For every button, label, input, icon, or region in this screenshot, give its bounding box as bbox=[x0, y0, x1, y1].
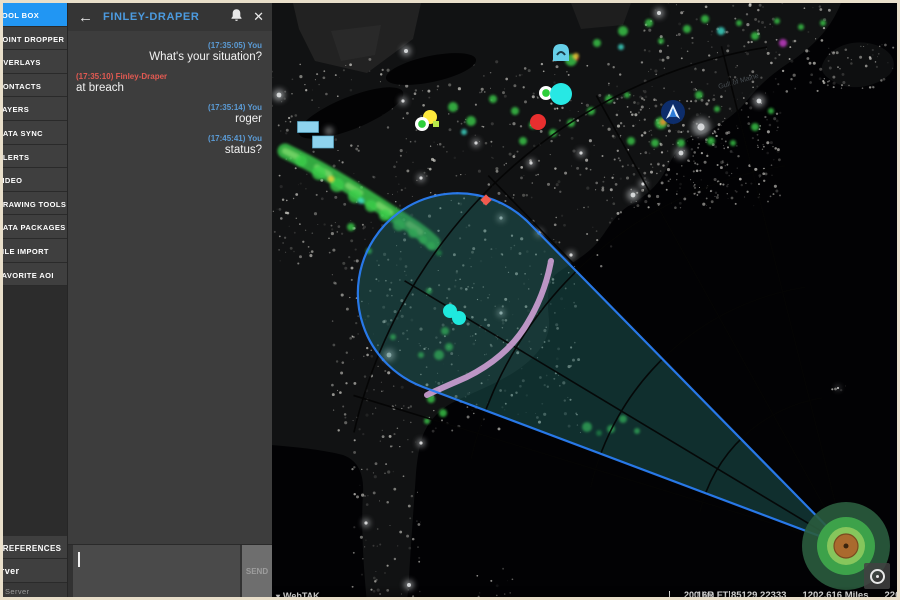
sidebar-item-overlays[interactable]: OVERLAYS bbox=[3, 50, 67, 74]
chat-contact-title: FINLEY-DRAPER bbox=[103, 11, 230, 23]
unit-marker-green2[interactable] bbox=[415, 117, 429, 131]
map-canvas[interactable]: Gulf of Maine ▾WebTAK 200 km 16R FT 8512… bbox=[271, 3, 900, 600]
sidebar-item-label: LAYERS bbox=[3, 99, 29, 121]
text-caret bbox=[78, 552, 80, 567]
message-text: at breach bbox=[76, 82, 262, 94]
map-graphics: Gulf of Maine bbox=[271, 3, 900, 600]
sidebar-item-label: DATA PACKAGES bbox=[3, 217, 66, 239]
sidebar-item-label: FAVORITE AOI bbox=[3, 265, 54, 287]
sidebar-item-label: CONTACTS bbox=[3, 76, 41, 98]
bell-icon[interactable] bbox=[230, 8, 243, 27]
unit-marker-cyan[interactable] bbox=[550, 83, 572, 105]
friendly-unit-rect[interactable] bbox=[298, 122, 319, 133]
sidebar-item-tool-box[interactable]: TOOL BOX bbox=[3, 3, 67, 27]
crosshair-icon bbox=[870, 569, 885, 584]
sidebar-item-point-dropper[interactable]: POINT DROPPER bbox=[3, 27, 67, 51]
message-text: What's your situation? bbox=[76, 51, 262, 63]
close-icon[interactable]: ✕ bbox=[253, 9, 264, 25]
message-timestamp: (17:35:05) You bbox=[76, 41, 262, 50]
chat-panel: ← FINLEY-DRAPER ✕ (17:35:05) YouWhat's y… bbox=[67, 3, 272, 597]
sidebar-item-data-sync[interactable]: DATA SYNC bbox=[3, 121, 67, 145]
sidebar-item-label: OVERLAYS bbox=[3, 52, 41, 74]
chat-message: (17:45:41) Youstatus? bbox=[76, 134, 262, 156]
self-position-marker[interactable] bbox=[661, 100, 685, 124]
sidebar-item-label: POINT DROPPER bbox=[3, 29, 64, 51]
message-timestamp: (17:45:41) You bbox=[76, 134, 262, 143]
message-timestamp: (17:35:14) You bbox=[76, 103, 262, 112]
webtak-app: Gulf of Maine ▾WebTAK 200 km 16R FT 8512… bbox=[0, 0, 900, 600]
server-status-label: Server bbox=[3, 583, 67, 597]
unit-marker-square[interactable] bbox=[433, 121, 439, 127]
chat-message-list: (17:35:05) YouWhat's your situation?(17:… bbox=[68, 31, 272, 544]
chat-message-input[interactable] bbox=[73, 545, 240, 597]
locate-me-button[interactable] bbox=[864, 563, 890, 589]
sidebar-item-layers[interactable]: LAYERS bbox=[3, 97, 67, 121]
sidebar-item-video[interactable]: VIDEO bbox=[3, 168, 67, 192]
send-button[interactable]: SEND bbox=[242, 545, 272, 597]
friendly-unit-rect[interactable] bbox=[313, 136, 334, 148]
message-text: roger bbox=[76, 113, 262, 125]
message-timestamp: (17:35:10) Finley-Draper bbox=[76, 72, 262, 81]
sidebar-item-label: DATA SYNC bbox=[3, 123, 43, 145]
sidebar-item-alerts[interactable]: ALERTS bbox=[3, 145, 67, 169]
sidebar-item-label: TOOL BOX bbox=[3, 5, 39, 27]
sidebar-item-label: FILE IMPORT bbox=[3, 241, 49, 263]
sidebar-item-contacts[interactable]: CONTACTS bbox=[3, 74, 67, 98]
toolbox-sidebar: TOOL BOXPOINT DROPPEROVERLAYSCONTACTSLAY… bbox=[3, 3, 67, 597]
chat-message: (17:35:14) Youroger bbox=[76, 103, 262, 125]
sidebar-item-preferences[interactable]: PREFERENCES bbox=[3, 536, 67, 560]
sidebar-item-server[interactable]: Server bbox=[3, 559, 67, 583]
sidebar-item-favorite-aoi[interactable]: FAVORITE AOI bbox=[3, 263, 67, 287]
sidebar-item-label: ALERTS bbox=[3, 147, 29, 169]
team-marker-cyan[interactable] bbox=[452, 311, 466, 325]
sensor-marker[interactable] bbox=[553, 44, 569, 61]
back-arrow-icon[interactable]: ← bbox=[68, 9, 103, 26]
sidebar-item-label: DRAWING TOOLS bbox=[3, 194, 66, 216]
chat-message: (17:35:10) Finley-Draperat breach bbox=[76, 72, 262, 94]
chat-input-bar: SEND bbox=[68, 544, 272, 597]
chat-header: ← FINLEY-DRAPER ✕ bbox=[68, 3, 272, 31]
sidebar-item-data-packages[interactable]: DATA PACKAGES bbox=[3, 215, 67, 239]
sidebar-item-drawing-tools[interactable]: DRAWING TOOLS bbox=[3, 192, 67, 216]
map-bottom-bar bbox=[271, 586, 900, 600]
sidebar-item-label: VIDEO bbox=[3, 170, 22, 192]
message-text: status? bbox=[76, 144, 262, 156]
chat-message: (17:35:05) YouWhat's your situation? bbox=[76, 41, 262, 63]
hostile-marker[interactable] bbox=[530, 114, 546, 130]
sidebar-item-file-import[interactable]: FILE IMPORT bbox=[3, 239, 67, 263]
